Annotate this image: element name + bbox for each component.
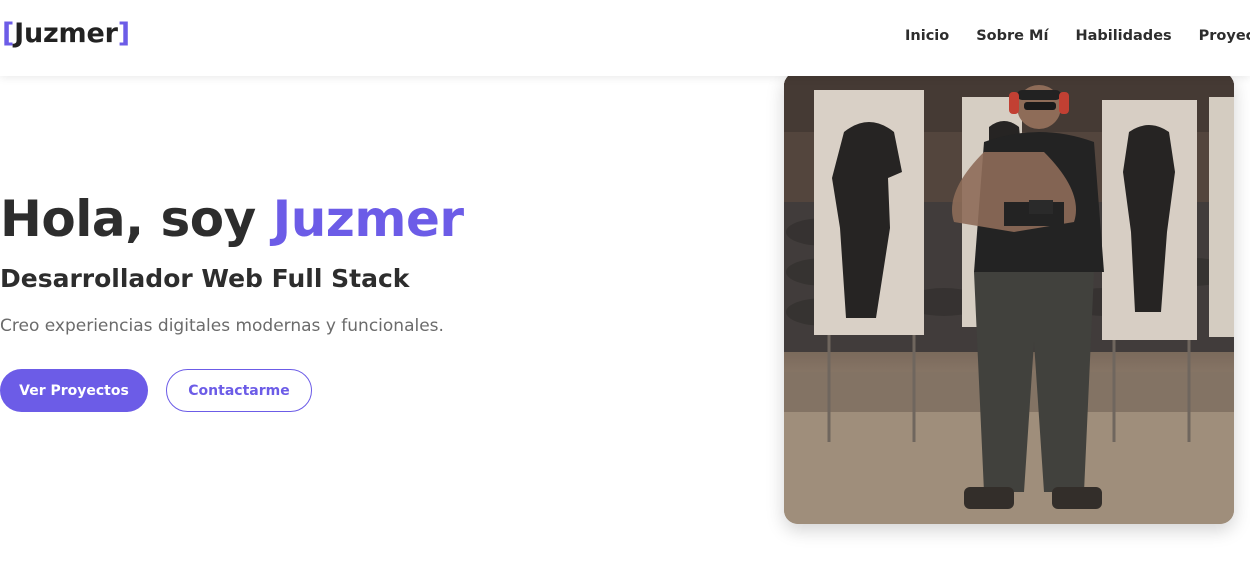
- nav-link-sobre-mi[interactable]: Sobre Mí: [976, 28, 1048, 44]
- profile-photo-illustration: [784, 72, 1234, 524]
- site-header: [Juzmer] Inicio Sobre Mí Habilidades Pro…: [0, 0, 1250, 76]
- hero-title-name: Juzmer: [272, 190, 464, 248]
- nav-link-proyectos[interactable]: Proyectos: [1199, 28, 1250, 44]
- view-projects-button[interactable]: Ver Proyectos: [0, 369, 148, 412]
- logo[interactable]: [Juzmer]: [2, 18, 130, 49]
- nav-link-inicio[interactable]: Inicio: [905, 28, 949, 44]
- hero-title: Hola, soy Juzmer: [0, 190, 464, 248]
- logo-text: Juzmer: [14, 18, 118, 49]
- hero-title-prefix: Hola, soy: [0, 190, 273, 248]
- hero-description: Creo experiencias digitales modernas y f…: [0, 316, 444, 336]
- page: [Juzmer] Inicio Sobre Mí Habilidades Pro…: [0, 0, 1250, 571]
- nav-link-habilidades[interactable]: Habilidades: [1075, 28, 1171, 44]
- profile-photo: [784, 72, 1234, 524]
- contact-button[interactable]: Contactarme: [166, 369, 312, 412]
- logo-bracket-open: [: [2, 18, 15, 49]
- hero-subtitle: Desarrollador Web Full Stack: [0, 264, 410, 293]
- main-nav: Inicio Sobre Mí Habilidades Proyectos: [905, 28, 1250, 44]
- logo-bracket-close: ]: [117, 18, 130, 49]
